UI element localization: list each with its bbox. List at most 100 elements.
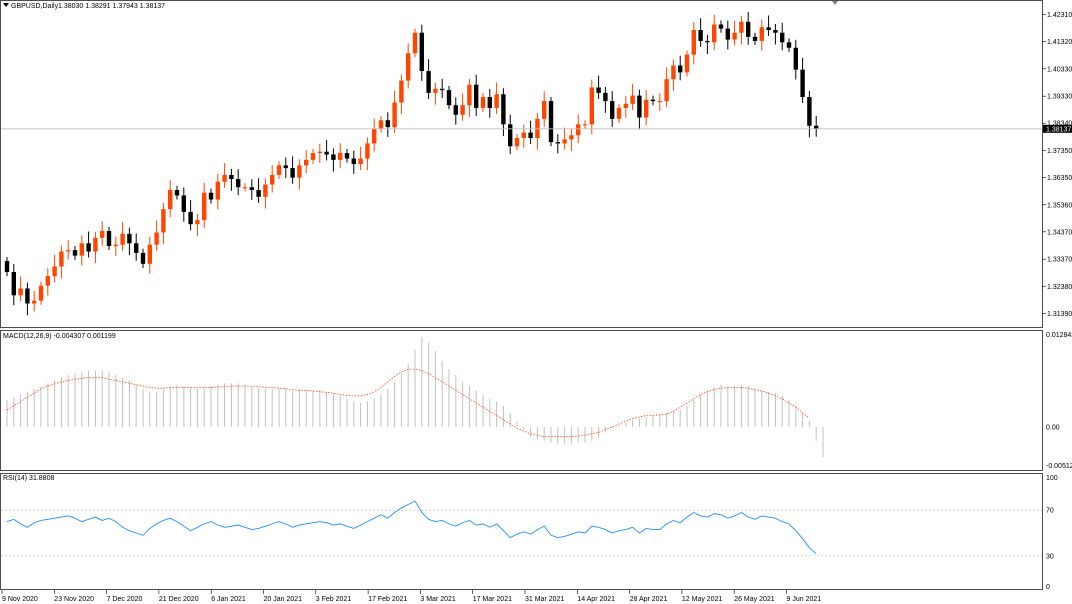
candle-body [528, 132, 533, 139]
candle-body [202, 192, 207, 221]
candle-body [134, 243, 139, 253]
time-tick-label: 17 Feb 2021 [368, 596, 407, 603]
candle-body [589, 87, 594, 125]
candle[interactable] [412, 28, 418, 58]
price-tick-label: 1.36350 [1047, 175, 1072, 182]
candle-body [582, 124, 588, 126]
candle-body [630, 95, 635, 104]
candle-body [739, 21, 744, 33]
candle-body [399, 80, 404, 103]
candle-body [453, 105, 458, 115]
candle-body [392, 102, 397, 128]
candle-body [86, 243, 91, 252]
candle-body [276, 165, 282, 175]
candle-body [317, 151, 322, 154]
price-tick-label: 1.42310 [1047, 12, 1072, 19]
candle-body [378, 120, 384, 129]
candle-body [678, 65, 683, 73]
candle-body [25, 288, 30, 304]
price-tick-label: 1.35360 [1047, 202, 1072, 209]
candle-body [766, 27, 771, 30]
candle-body [236, 179, 241, 188]
candle-body [487, 96, 492, 108]
candle-body [406, 53, 411, 81]
rsi-tick-label: 70 [1046, 508, 1054, 515]
time-tick-label: 23 Nov 2020 [54, 596, 94, 603]
candle-body [161, 209, 166, 233]
price-tick-label: 1.41320 [1047, 39, 1072, 46]
time-tick-label: 17 Mar 2021 [473, 596, 512, 603]
candle-body [732, 32, 737, 40]
candle-body [365, 143, 370, 159]
candle-body [79, 243, 84, 256]
candle-body [297, 165, 302, 178]
candle-body [650, 99, 656, 102]
candle-body [671, 65, 676, 80]
candle-body [705, 40, 710, 43]
candle-body [344, 153, 350, 159]
time-tick-label: 28 Apr 2021 [630, 596, 668, 603]
candle-body [283, 165, 288, 169]
candle-body [467, 84, 472, 106]
candle-body [147, 244, 152, 264]
time-tick-label: 12 May 2021 [682, 596, 723, 603]
candle-body [419, 32, 424, 72]
candle-body [168, 189, 173, 210]
chart-background [0, 0, 1072, 604]
time-tick-label: 20 Jan 2021 [264, 596, 303, 603]
candle-body [412, 32, 418, 54]
candle-body [440, 88, 445, 91]
candle-body [725, 28, 730, 40]
candle-body [66, 250, 71, 252]
candle-body [263, 184, 268, 197]
candle-body [691, 29, 696, 55]
chart-canvas[interactable]: 1.423101.413201.403301.393301.383401.373… [0, 0, 1072, 604]
candle-body [256, 189, 261, 197]
candle-body [331, 154, 336, 160]
price-tick-label: 1.37350 [1047, 148, 1072, 155]
time-tick-label: 9 Nov 2020 [2, 596, 38, 603]
candle-body [113, 244, 118, 247]
candle-body [494, 94, 499, 108]
candle-body [59, 251, 64, 267]
candle-body [433, 88, 438, 93]
candle-body [358, 158, 363, 164]
candle-body [569, 135, 574, 140]
price-tick-label: 1.32380 [1047, 284, 1072, 291]
candle-body [242, 187, 248, 189]
current-price-label: 1.38137 [1046, 126, 1071, 133]
candle-body [616, 107, 622, 119]
rsi-tick-label: 100 [1046, 475, 1058, 482]
rsi-title: RSI(14) 31.8808 [3, 475, 54, 482]
candle-body [623, 103, 628, 108]
price-tick-label: 1.33370 [1047, 257, 1072, 264]
candle-body [154, 232, 159, 245]
candle-body [684, 54, 690, 73]
candle-body [555, 142, 560, 144]
candle-body [38, 285, 44, 301]
candle-body [45, 276, 50, 286]
candle[interactable] [548, 96, 554, 147]
candle-body [229, 174, 234, 180]
candle-body [508, 124, 513, 147]
candle-body [215, 181, 220, 200]
candle-body [698, 29, 703, 41]
candle-body [140, 252, 146, 264]
price-tick-label: 1.34370 [1047, 229, 1072, 236]
candle-body [290, 168, 295, 178]
price-tick-label: 1.31390 [1047, 311, 1072, 318]
candle-body [644, 99, 649, 118]
candle-body [773, 29, 778, 33]
candle-body [603, 92, 608, 102]
candle-body [351, 158, 356, 164]
candle-body [637, 95, 642, 118]
candle-body [446, 90, 452, 106]
candle-body [372, 128, 377, 144]
macd-tick-label: 0.00 [1046, 424, 1060, 431]
candle-body [338, 153, 343, 160]
rsi-tick-label: 0 [1046, 584, 1050, 591]
candle-body [385, 120, 390, 128]
time-tick-label: 6 Jan 2021 [211, 596, 246, 603]
candle-body [807, 96, 812, 126]
time-tick-label: 3 Feb 2021 [316, 596, 352, 603]
